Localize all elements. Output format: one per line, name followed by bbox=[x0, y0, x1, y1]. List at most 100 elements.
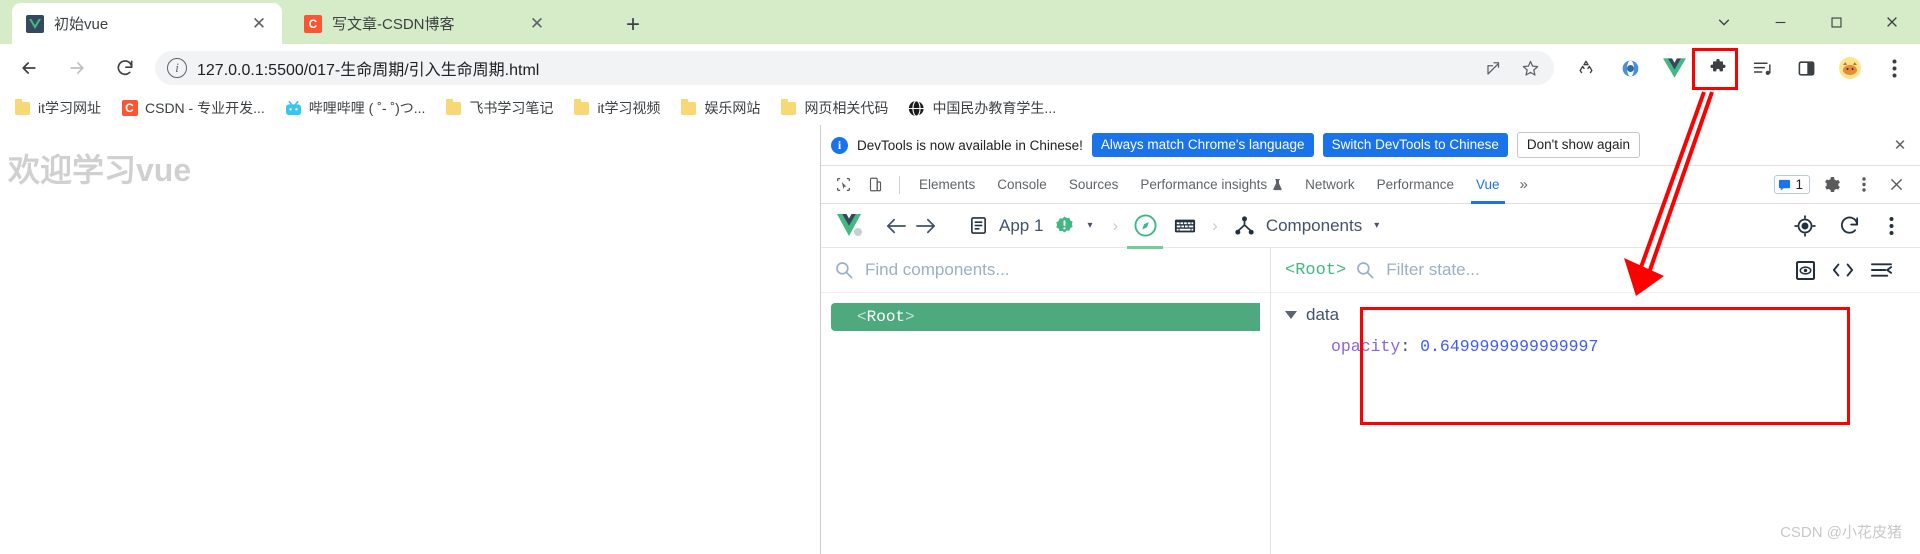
devtools-tab-performance-insights[interactable]: Performance insights bbox=[1129, 166, 1294, 204]
collapse-all-icon[interactable] bbox=[1866, 255, 1896, 285]
device-toolbar-icon[interactable] bbox=[861, 172, 889, 198]
address-bar[interactable]: i 127.0.0.1:5500/017-生命周期/引入生命周期.html bbox=[155, 51, 1554, 85]
always-match-language-button[interactable]: Always match Chrome's language bbox=[1091, 132, 1314, 158]
bookmark-item[interactable]: 娱乐网站 bbox=[680, 98, 760, 118]
settings-gear-icon[interactable] bbox=[1818, 172, 1846, 198]
inspect-icon[interactable] bbox=[829, 172, 857, 198]
window-minimize-button[interactable] bbox=[1752, 0, 1808, 44]
chevron-down-icon[interactable]: ▾ bbox=[1087, 220, 1092, 231]
selected-component-label: <Root> bbox=[1285, 260, 1347, 280]
folder-icon bbox=[14, 98, 31, 117]
tag-close-bracket: > bbox=[905, 308, 915, 326]
inspect-dom-icon[interactable] bbox=[1790, 255, 1820, 285]
browser-tab-strip: 初始vue ✕ C 写文章-CSDN博客 ✕ + bbox=[0, 0, 1920, 44]
side-panel-icon[interactable] bbox=[1789, 51, 1823, 85]
issues-badge[interactable]: 1 bbox=[1774, 175, 1810, 194]
more-tabs-icon[interactable]: » bbox=[1511, 176, 1537, 193]
browser-tab-1[interactable]: C 写文章-CSDN博客 ✕ bbox=[290, 3, 560, 44]
vue-devtools-extension-icon[interactable] bbox=[1657, 51, 1691, 85]
reading-list-icon[interactable] bbox=[1745, 51, 1779, 85]
info-icon: i bbox=[831, 136, 848, 154]
vue-devtools-body: Find components... <Root> <Root> Filter … bbox=[821, 248, 1920, 554]
state-group-name: data bbox=[1306, 305, 1340, 324]
banner-close-icon[interactable]: ✕ bbox=[1888, 133, 1912, 157]
forward-arrow-icon[interactable] bbox=[911, 211, 941, 241]
component-name: Root bbox=[866, 308, 906, 326]
back-arrow-icon[interactable] bbox=[881, 211, 911, 241]
chevron-down-icon[interactable] bbox=[1285, 311, 1297, 319]
bookmark-item[interactable]: C CSDN - 专业开发... bbox=[121, 98, 265, 118]
bookmark-label: 娱乐网站 bbox=[704, 100, 761, 116]
bookmark-item[interactable]: it学习视频 bbox=[573, 98, 660, 118]
bookmark-item[interactable]: 网页相关代码 bbox=[780, 98, 888, 118]
csdn-icon: C bbox=[304, 14, 322, 33]
more-vertical-icon[interactable] bbox=[1876, 211, 1906, 241]
browser-tab-title: 写文章-CSDN博客 bbox=[332, 16, 455, 33]
devtools-tab-performance[interactable]: Performance bbox=[1366, 166, 1465, 204]
switch-devtools-language-button[interactable]: Switch DevTools to Chinese bbox=[1322, 132, 1508, 158]
window-maximize-button[interactable] bbox=[1808, 0, 1864, 44]
vue-instance-icon[interactable] bbox=[1127, 211, 1164, 249]
devtools-tab-network[interactable]: Network bbox=[1294, 166, 1366, 204]
devtools-tab-console[interactable]: Console bbox=[986, 166, 1058, 204]
eyedropper-extension-icon[interactable] bbox=[1613, 51, 1647, 85]
toolbar-divider bbox=[899, 175, 900, 194]
select-target-icon[interactable] bbox=[1790, 211, 1820, 241]
devtools-tab-elements[interactable]: Elements bbox=[908, 166, 986, 204]
dont-show-again-button[interactable]: Don't show again bbox=[1516, 131, 1641, 159]
bookmark-label: 中国民办教育学生... bbox=[932, 100, 1057, 116]
bookmark-item[interactable]: 飞书学习笔记 bbox=[445, 98, 553, 118]
share-icon[interactable] bbox=[1480, 54, 1508, 82]
bookmark-label: 网页相关代码 bbox=[804, 100, 889, 116]
components-tree-icon bbox=[1230, 211, 1260, 241]
devtools-tab-vue[interactable]: Vue bbox=[1465, 166, 1511, 204]
refresh-icon[interactable] bbox=[1834, 211, 1864, 241]
page-heading: 欢迎学习vue bbox=[8, 152, 192, 188]
state-property-key: opacity bbox=[1331, 337, 1401, 356]
tab-search-button[interactable] bbox=[1696, 0, 1752, 44]
app-document-icon bbox=[963, 211, 993, 241]
tab-close-button[interactable]: ✕ bbox=[524, 11, 550, 37]
reload-icon[interactable] bbox=[108, 51, 142, 85]
state-toolbar-icons bbox=[1782, 255, 1906, 285]
back-arrow-icon[interactable] bbox=[12, 51, 46, 85]
forward-arrow-icon[interactable] bbox=[60, 51, 94, 85]
keyboard-icon[interactable] bbox=[1170, 211, 1200, 241]
component-tree-row-root[interactable]: <Root> bbox=[831, 303, 1260, 331]
state-group-data[interactable]: data bbox=[1285, 305, 1920, 325]
bookmark-label: 哔哩哔哩 ( ˚- ˚)つ... bbox=[308, 100, 426, 116]
state-property-separator: : bbox=[1400, 337, 1411, 356]
devtools-tab-sources[interactable]: Sources bbox=[1058, 166, 1130, 204]
filter-state-row[interactable]: <Root> Filter state... bbox=[1271, 248, 1920, 293]
state-list: data opacity: 0.6499999999999997 bbox=[1271, 293, 1920, 356]
star-icon[interactable] bbox=[1516, 54, 1544, 82]
state-property-opacity[interactable]: opacity: 0.6499999999999997 bbox=[1331, 337, 1920, 356]
window-close-button[interactable] bbox=[1864, 0, 1920, 44]
browser-tab-0[interactable]: 初始vue ✕ bbox=[12, 3, 282, 44]
chevron-down-icon[interactable]: ▾ bbox=[1374, 220, 1379, 231]
profile-avatar[interactable] bbox=[1833, 51, 1867, 85]
vue-app-label[interactable]: App 1 bbox=[999, 216, 1043, 236]
open-in-editor-icon[interactable] bbox=[1828, 255, 1858, 285]
vue-icon bbox=[26, 14, 44, 33]
vue-devtools-toolbar: App 1 ▾ › › Components ▾ bbox=[821, 204, 1920, 249]
bookmark-item[interactable]: 中国民办教育学生... bbox=[908, 98, 1056, 118]
info-icon[interactable]: i bbox=[167, 58, 187, 78]
component-tag: <Root> bbox=[857, 308, 915, 326]
banner-message: DevTools is now available in Chinese! bbox=[857, 137, 1083, 153]
bookmark-item[interactable]: 哔哩哔哩 ( ˚- ˚)つ... bbox=[285, 98, 426, 118]
components-tree-pane: Find components... <Root> bbox=[821, 248, 1271, 554]
puzzle-extensions-icon[interactable] bbox=[1701, 51, 1735, 85]
devtools-close-icon[interactable] bbox=[1882, 172, 1910, 198]
new-tab-button[interactable]: + bbox=[618, 10, 648, 40]
devtools-menu-icon[interactable] bbox=[1850, 172, 1878, 198]
tab-close-button[interactable]: ✕ bbox=[246, 11, 272, 37]
component-state-pane: <Root> Filter state... data opacity: 0.6… bbox=[1271, 248, 1920, 554]
recycle-extension-icon[interactable] bbox=[1569, 51, 1603, 85]
chrome-menu-icon[interactable] bbox=[1877, 51, 1911, 85]
folder-icon bbox=[445, 98, 462, 117]
bookmark-item[interactable]: it学习网址 bbox=[14, 98, 101, 118]
vue-panel-label[interactable]: Components bbox=[1266, 216, 1362, 236]
devtools-tab-bar: Elements Console Sources Performance ins… bbox=[821, 166, 1920, 204]
find-components-row[interactable]: Find components... bbox=[821, 248, 1270, 293]
